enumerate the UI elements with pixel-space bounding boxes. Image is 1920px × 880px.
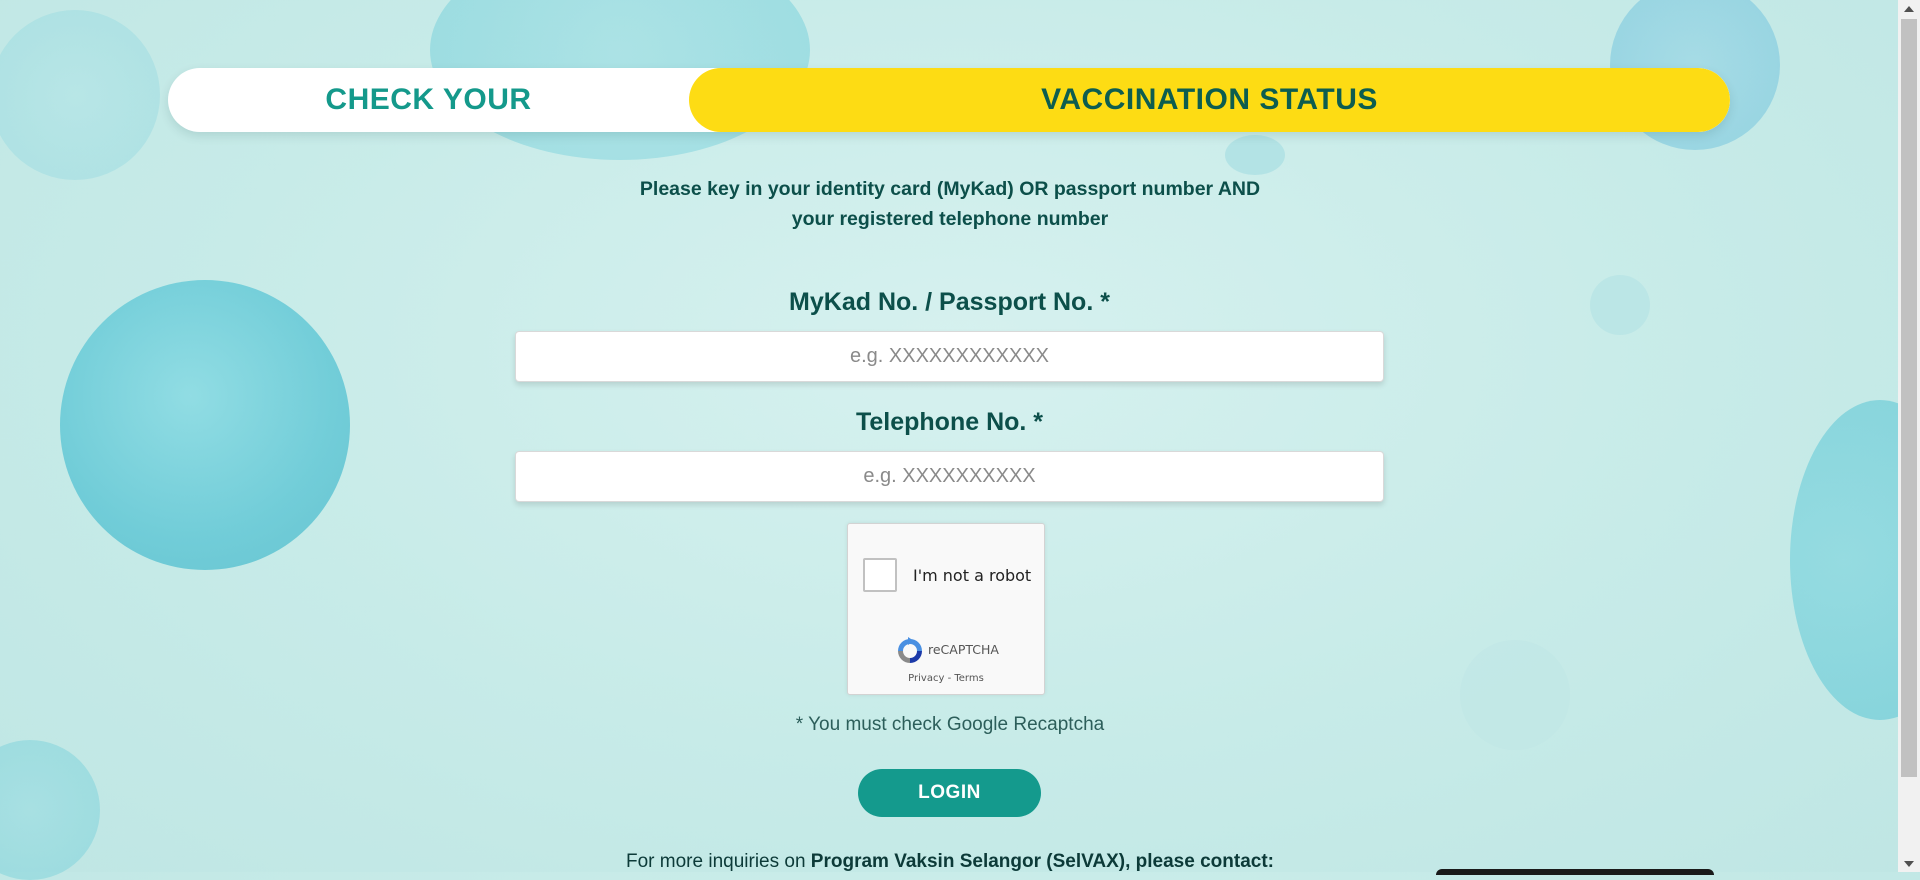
- recaptcha-privacy-link[interactable]: Privacy: [908, 673, 944, 684]
- instructions-line-2: your registered telephone number: [791, 208, 1109, 230]
- mykad-passport-input[interactable]: [515, 331, 1384, 382]
- instructions-text: Please key in your identity card (MyKad)…: [560, 174, 1340, 234]
- login-button[interactable]: LOGIN: [858, 769, 1041, 817]
- footer-contact-text: For more inquiries on Program Vaksin Sel…: [480, 851, 1420, 873]
- banner-title-right: VACCINATION STATUS: [689, 68, 1730, 132]
- recaptcha-widget: I'm not a robot reCAPTCHA Privacy - Term…: [847, 523, 1045, 695]
- recaptcha-brand: reCAPTCHA: [928, 642, 999, 657]
- footer-program-name: Program Vaksin Selangor (SelVAX), please…: [810, 851, 1274, 872]
- scrollbar-thumb[interactable]: [1901, 19, 1917, 777]
- scroll-up-arrow-icon[interactable]: [1898, 0, 1920, 17]
- recaptcha-logo-icon: [898, 637, 922, 663]
- virus-decoration-icon: [1460, 640, 1570, 750]
- page-title-banner: CHECK YOUR VACCINATION STATUS: [168, 68, 1730, 132]
- instructions-line-1: Please key in your identity card (MyKad)…: [639, 178, 1261, 200]
- virus-decoration-icon: [0, 10, 160, 180]
- recaptcha-warning-text: * You must check Google Recaptcha: [795, 714, 1105, 735]
- virus-decoration-icon: [1225, 135, 1285, 175]
- banner-title-left: CHECK YOUR: [325, 83, 532, 116]
- page-content: CHECK YOUR VACCINATION STATUS Please key…: [0, 0, 1920, 880]
- mykad-passport-label: MyKad No. / Passport No. *: [789, 288, 1110, 316]
- telephone-input[interactable]: [515, 451, 1384, 502]
- footer-prefix: For more inquiries on: [626, 851, 811, 872]
- telephone-label: Telephone No. *: [855, 408, 1044, 436]
- virus-decoration-icon: [0, 740, 100, 880]
- virus-decoration-icon: [60, 280, 350, 570]
- scroll-down-arrow-icon[interactable]: [1898, 855, 1920, 872]
- chat-widget-tab[interactable]: [1436, 869, 1714, 875]
- recaptcha-checkbox[interactable]: [863, 558, 897, 592]
- recaptcha-terms-link[interactable]: Terms: [954, 673, 983, 684]
- recaptcha-links-separator: -: [944, 673, 955, 684]
- page-scrollbar[interactable]: [1898, 0, 1920, 872]
- virus-decoration-icon: [1590, 275, 1650, 335]
- recaptcha-links: Privacy - Terms: [848, 673, 1044, 684]
- recaptcha-label: I'm not a robot: [913, 566, 1032, 585]
